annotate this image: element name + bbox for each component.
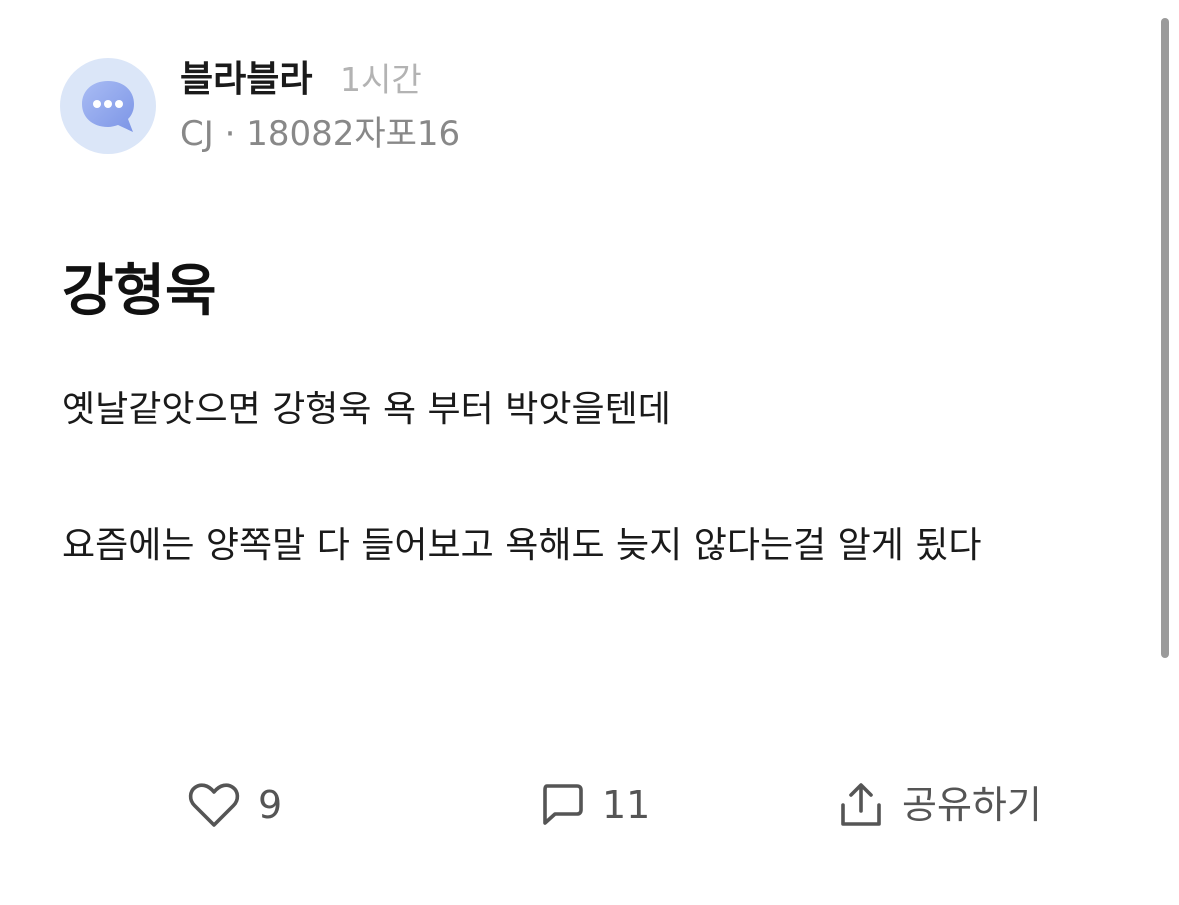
avatar[interactable]: [60, 58, 156, 154]
share-button[interactable]: 공유하기: [838, 775, 1042, 835]
comment-count: 11: [602, 783, 651, 827]
post-page: 블라블라 1시간 CJ · 18082자포16 강형욱 옛날같앗으면 강형욱 욕…: [0, 0, 1179, 905]
like-count: 9: [258, 783, 283, 827]
share-icon: [841, 783, 881, 826]
author-name[interactable]: 블라블라: [180, 58, 312, 102]
scrollbar[interactable]: [1161, 18, 1169, 658]
comment-icon: [543, 784, 583, 825]
post-body: 옛날같앗으면 강형욱 욕 부터 박앗을텐데 요즘에는 양쪽말 다 들어보고 욕해…: [62, 389, 982, 566]
post-time: 1시간: [340, 60, 422, 99]
post-title: 강형욱: [62, 259, 217, 324]
chat-bubble-icon: [82, 81, 134, 132]
share-label: 공유하기: [902, 783, 1042, 827]
author-company: CJ · 18082자포16: [180, 114, 461, 154]
heart-icon: [188, 783, 240, 827]
comment-button[interactable]: 11: [540, 775, 650, 835]
like-button[interactable]: 9: [188, 775, 282, 835]
